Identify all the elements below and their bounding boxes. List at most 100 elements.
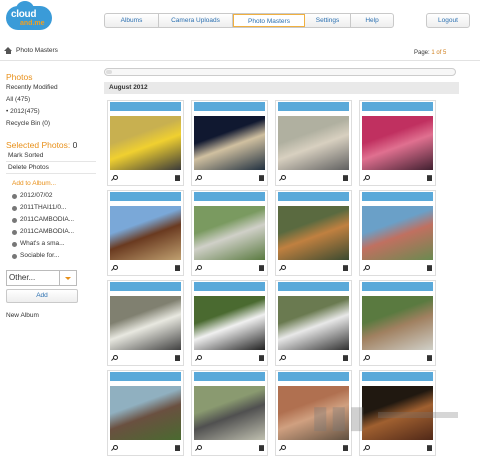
trash-icon[interactable] bbox=[427, 175, 432, 181]
logout-button[interactable]: Logout bbox=[426, 13, 470, 28]
trash-icon[interactable] bbox=[343, 175, 348, 181]
tab-help[interactable]: Help bbox=[351, 14, 393, 27]
zoom-icon[interactable] bbox=[279, 355, 286, 361]
trash-icon[interactable] bbox=[343, 265, 348, 271]
photo-card[interactable] bbox=[107, 280, 184, 366]
photo-thumbnail[interactable] bbox=[278, 206, 349, 260]
zoom-icon[interactable] bbox=[195, 355, 202, 361]
watermark: ▮▮▮ bbox=[312, 401, 368, 434]
photo-card[interactable] bbox=[107, 370, 184, 456]
home-icon[interactable] bbox=[4, 47, 12, 54]
photo-thumbnail[interactable] bbox=[110, 386, 181, 440]
selected-count: 0 bbox=[72, 140, 78, 150]
album-item[interactable]: 2012/07/02 bbox=[6, 190, 96, 202]
photo-thumbnail[interactable] bbox=[362, 206, 433, 260]
page-number[interactable]: 1 of 5 bbox=[431, 50, 446, 56]
tab-photo-masters[interactable]: Photo Masters bbox=[233, 14, 305, 27]
trash-icon[interactable] bbox=[427, 355, 432, 361]
photo-thumbnail[interactable] bbox=[110, 206, 181, 260]
delete-photos-action[interactable]: Delete Photos bbox=[6, 162, 96, 174]
photo-title-bar bbox=[278, 282, 349, 291]
photo-card[interactable] bbox=[275, 100, 352, 186]
trash-icon[interactable] bbox=[427, 445, 432, 451]
trash-icon[interactable] bbox=[175, 265, 180, 271]
tab-settings[interactable]: Settings bbox=[305, 14, 351, 27]
zoom-icon[interactable] bbox=[195, 265, 202, 271]
add-button[interactable]: Add bbox=[6, 289, 78, 303]
photo-title-bar bbox=[362, 282, 433, 291]
sidebar-item-recycle-bin[interactable]: Recycle Bin (0) bbox=[6, 118, 96, 130]
album-label: 2012/07/02 bbox=[20, 192, 53, 199]
photo-title-bar bbox=[362, 372, 433, 381]
scrollbar-thumb[interactable] bbox=[106, 70, 112, 74]
trash-icon[interactable] bbox=[175, 355, 180, 361]
photo-card[interactable] bbox=[191, 370, 268, 456]
add-circle-icon bbox=[12, 193, 17, 199]
album-item[interactable]: 2011THAI11/0... bbox=[6, 202, 96, 214]
sidebar-item-2012[interactable]: • 2012(475) bbox=[6, 106, 96, 118]
album-item[interactable]: Sociable for... bbox=[6, 250, 96, 262]
photo-card[interactable] bbox=[359, 100, 436, 186]
add-to-album-heading: Add to Album... bbox=[12, 180, 57, 187]
zoom-icon[interactable] bbox=[279, 265, 286, 271]
zoom-icon[interactable] bbox=[111, 355, 118, 361]
trash-icon[interactable] bbox=[259, 445, 264, 451]
photo-card[interactable] bbox=[359, 190, 436, 276]
trash-icon[interactable] bbox=[427, 265, 432, 271]
trash-icon[interactable] bbox=[259, 355, 264, 361]
photo-thumbnail[interactable] bbox=[194, 206, 265, 260]
photo-card[interactable] bbox=[191, 100, 268, 186]
tab-albums[interactable]: Albums bbox=[105, 14, 159, 27]
zoom-icon[interactable] bbox=[279, 175, 286, 181]
logo-subtext: and.me bbox=[20, 20, 45, 27]
trash-icon[interactable] bbox=[175, 445, 180, 451]
tab-camera-uploads[interactable]: Camera Uploads bbox=[159, 14, 233, 27]
new-album-link[interactable]: New Album bbox=[6, 312, 96, 319]
zoom-icon[interactable] bbox=[363, 175, 370, 181]
photo-thumbnail[interactable] bbox=[110, 296, 181, 350]
photo-card[interactable] bbox=[275, 190, 352, 276]
zoom-icon[interactable] bbox=[363, 445, 370, 451]
zoom-icon[interactable] bbox=[195, 445, 202, 451]
photo-thumbnail[interactable] bbox=[110, 116, 181, 170]
trash-icon[interactable] bbox=[259, 175, 264, 181]
album-item[interactable]: What's a sma... bbox=[6, 238, 96, 250]
album-item[interactable]: 2011CAMBODIA... bbox=[6, 226, 96, 238]
photo-thumbnail[interactable] bbox=[194, 386, 265, 440]
sidebar-item-recently-modified[interactable]: Recently Modified bbox=[6, 82, 96, 94]
photo-card[interactable] bbox=[107, 100, 184, 186]
cloudandme-logo[interactable]: cloud and.me bbox=[6, 1, 52, 36]
photo-thumbnail[interactable] bbox=[362, 296, 433, 350]
zoom-icon[interactable] bbox=[111, 445, 118, 451]
horizontal-scrollbar[interactable] bbox=[104, 68, 456, 76]
zoom-icon[interactable] bbox=[279, 445, 286, 451]
sidebar-item-all[interactable]: All (475) bbox=[6, 94, 96, 106]
photo-card[interactable] bbox=[359, 280, 436, 366]
zoom-icon[interactable] bbox=[195, 175, 202, 181]
zoom-icon[interactable] bbox=[363, 265, 370, 271]
album-item[interactable]: 2011CAMBODIA... bbox=[6, 214, 96, 226]
album-label: 2011CAMBODIA... bbox=[20, 228, 75, 235]
photo-card[interactable] bbox=[107, 190, 184, 276]
trash-icon[interactable] bbox=[343, 355, 348, 361]
zoom-icon[interactable] bbox=[111, 265, 118, 271]
photo-title-bar bbox=[110, 282, 181, 291]
photo-card[interactable] bbox=[191, 280, 268, 366]
zoom-icon[interactable] bbox=[363, 355, 370, 361]
trash-icon[interactable] bbox=[175, 175, 180, 181]
chevron-down-icon[interactable] bbox=[60, 270, 77, 286]
photo-card[interactable] bbox=[191, 190, 268, 276]
mark-sorted-action[interactable]: Mark Sorted bbox=[6, 150, 96, 162]
photo-thumbnail[interactable] bbox=[194, 296, 265, 350]
trash-icon[interactable] bbox=[343, 445, 348, 451]
photo-card[interactable] bbox=[275, 280, 352, 366]
photo-thumbnail[interactable] bbox=[278, 116, 349, 170]
photo-thumbnail[interactable] bbox=[194, 116, 265, 170]
trash-icon[interactable] bbox=[259, 265, 264, 271]
photo-thumbnail[interactable] bbox=[362, 116, 433, 170]
album-select-value[interactable]: Other... bbox=[6, 270, 60, 286]
photo-thumbnail[interactable] bbox=[278, 296, 349, 350]
zoom-icon[interactable] bbox=[111, 175, 118, 181]
album-select[interactable]: Other... bbox=[6, 270, 96, 286]
month-header: August 2012 bbox=[104, 82, 459, 94]
